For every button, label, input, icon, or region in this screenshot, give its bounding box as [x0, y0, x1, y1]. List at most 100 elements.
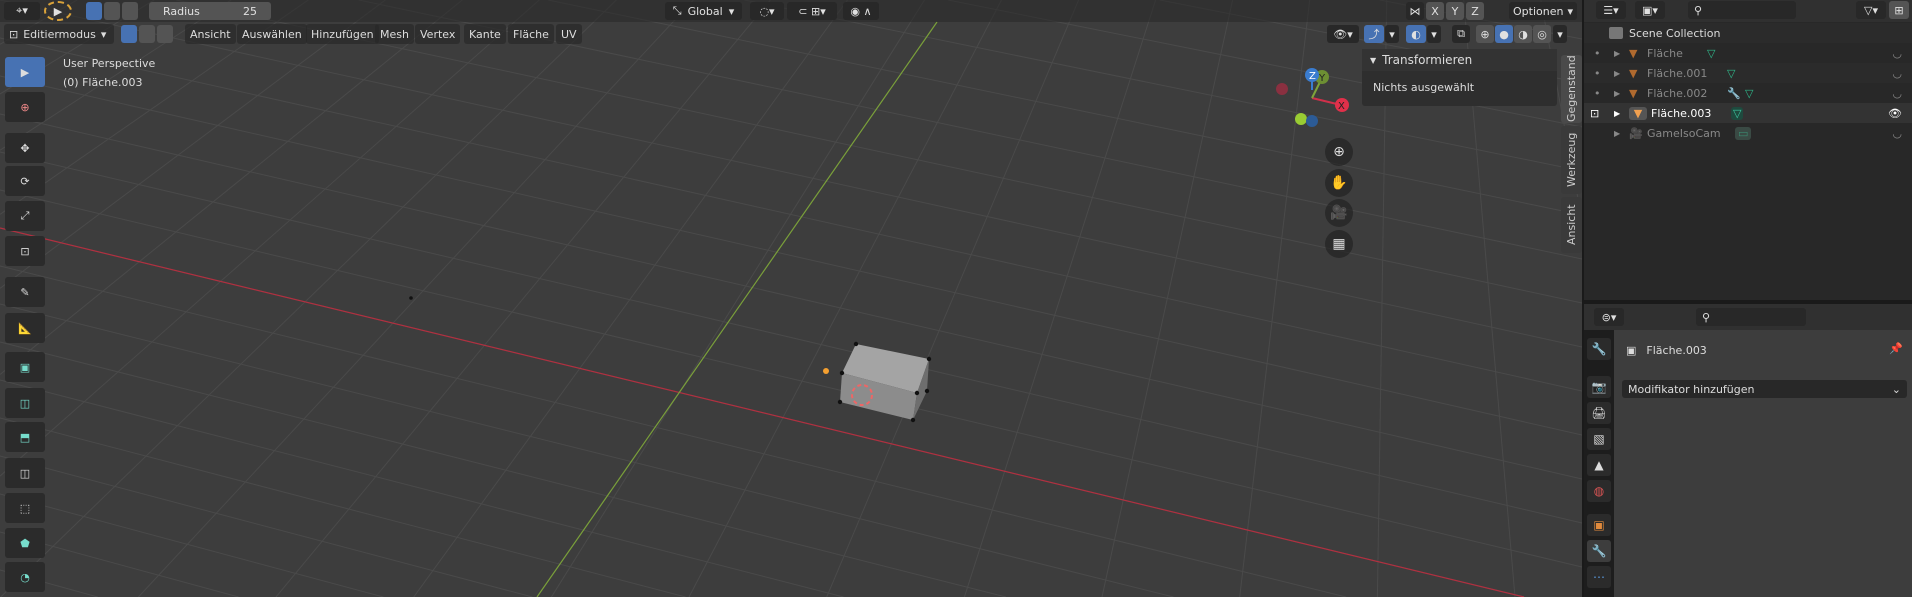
pan-hand-icon[interactable]: ✋ [1325, 169, 1353, 197]
tool-loop-cut[interactable]: ◫ [5, 458, 45, 488]
outliner-item[interactable]: • ▶ ▼ Fläche.002 🔧 ▽ ◡ [1584, 83, 1912, 103]
visibility-dropdown[interactable]: 👁▾ [1327, 25, 1359, 43]
tool-knife[interactable]: ⬚ [5, 493, 45, 523]
tab-gegenstand[interactable]: Gegenstand [1561, 55, 1582, 123]
shading-dropdown[interactable]: ▾ [1553, 25, 1567, 43]
editor-type-button[interactable]: ⌖▾ [4, 2, 40, 20]
snapping-dropdown[interactable]: ⊂ ⊞▾ [787, 2, 837, 20]
outliner-item[interactable]: • ▶ ▼ Fläche.001 ▽ ◡ [1584, 63, 1912, 83]
select-mode-subtract-button[interactable] [122, 2, 138, 20]
mirror-x-button[interactable]: X [1426, 2, 1444, 20]
camera-data-icon[interactable]: ▭ [1735, 126, 1752, 140]
expand-triangle-icon[interactable]: ▶ [1614, 129, 1629, 138]
outliner-display-mode-dropdown[interactable]: ☰▾ [1596, 1, 1626, 19]
scene-tab-icon[interactable]: ▲ [1587, 454, 1611, 476]
mesh-data-icon[interactable]: ▽ [1731, 106, 1744, 120]
gizmo-dropdown[interactable]: ▾ [1385, 25, 1399, 43]
hidden-eye-icon[interactable]: ◡ [1892, 47, 1902, 60]
shading-wireframe-button[interactable]: ⊕ [1476, 25, 1494, 43]
expand-triangle-icon[interactable]: ▶ [1614, 49, 1629, 58]
mirror-icon[interactable]: ⋈ [1406, 2, 1424, 20]
expand-triangle-icon[interactable]: ▶ [1614, 69, 1629, 78]
3d-viewport[interactable]: Z Y X ⌖▾ ▶ Radius 25 ⤡ Global ▾ ◌▾ ⊂ ⊞▾ ◉ … [0, 0, 1582, 597]
select-mode-extend-button[interactable] [104, 2, 120, 20]
menu-hinzufuegen[interactable]: Hinzufügen [306, 24, 379, 44]
transform-orientation-dropdown[interactable]: ⤡ Global ▾ [665, 2, 742, 20]
properties-editor-type-dropdown[interactable]: ⊜▾ [1594, 308, 1624, 326]
output-tab-icon[interactable]: 🖨 [1587, 402, 1611, 424]
vertex-select-mode-button[interactable] [121, 25, 137, 43]
particles-tab-icon[interactable]: ⋯ [1587, 566, 1611, 588]
hidden-eye-icon[interactable]: ◡ [1892, 127, 1902, 140]
tool-inset[interactable]: ◫ [5, 388, 45, 418]
mirror-z-button[interactable]: Z [1466, 2, 1484, 20]
tool-poly-build[interactable]: ⬟ [5, 528, 45, 558]
tool-rotate[interactable]: ⟳ [5, 166, 45, 196]
tab-ansicht[interactable]: Ansicht [1561, 197, 1582, 253]
camera-view-icon[interactable]: 🎥 [1325, 199, 1353, 227]
tool-scale[interactable]: ⤢ [5, 201, 45, 231]
tool-bevel[interactable]: ⬒ [5, 422, 45, 452]
shading-material-button[interactable]: ◑ [1514, 25, 1532, 43]
eye-icon[interactable]: 👁 [1888, 107, 1902, 120]
mode-dropdown[interactable]: ⊡ Editiermodus ▾ [4, 24, 114, 44]
options-dropdown[interactable]: Optionen ▾ [1509, 2, 1577, 20]
outliner-search-input[interactable]: ⚲ [1688, 1, 1796, 19]
add-modifier-dropdown[interactable]: Modifikator hinzufügen ⌄ [1622, 380, 1907, 398]
outliner-filter-view-dropdown[interactable]: ▣▾ [1635, 1, 1665, 19]
shading-solid-button[interactable]: ● [1495, 25, 1513, 43]
tool-tab-icon[interactable]: 🔧 [1587, 338, 1611, 360]
tab-werkzeug[interactable]: Werkzeug [1561, 126, 1582, 194]
select-tool-icon[interactable]: ▶ [44, 1, 72, 21]
pivot-point-dropdown[interactable]: ◌▾ [750, 2, 784, 20]
radius-field[interactable]: Radius 25 [149, 2, 271, 20]
face-select-mode-button[interactable] [157, 25, 173, 43]
menu-ansicht[interactable]: Ansicht [185, 24, 236, 44]
perspective-grid-icon[interactable]: ▦ [1325, 230, 1353, 258]
mirror-y-button[interactable]: Y [1446, 2, 1464, 20]
render-tab-icon[interactable]: 📷 [1587, 376, 1611, 398]
hidden-eye-icon[interactable]: ◡ [1892, 67, 1902, 80]
overlay-dropdown[interactable]: ▾ [1427, 25, 1441, 43]
proportional-editing-button[interactable]: ◉ ∧ [843, 2, 879, 20]
edge-select-mode-button[interactable] [139, 25, 155, 43]
menu-mesh[interactable]: Mesh [375, 24, 414, 44]
select-mode-new-button[interactable] [86, 2, 102, 20]
tool-extrude[interactable]: ▣ [5, 352, 45, 382]
menu-uv[interactable]: UV [556, 24, 582, 44]
pin-icon[interactable]: 📌 [1889, 342, 1903, 355]
wrench-modifier-icon[interactable]: 🔧 [1727, 87, 1745, 100]
navigation-gizmo[interactable]: Z Y X [1276, 68, 1349, 127]
shading-rendered-button[interactable]: ◎ [1533, 25, 1551, 43]
zoom-icon[interactable]: ⊕ [1325, 138, 1353, 166]
tool-measure[interactable]: 📐 [5, 313, 45, 343]
tool-annotate[interactable]: ✎ [5, 277, 45, 307]
mesh-data-icon[interactable]: ▽ [1727, 67, 1735, 80]
mesh-data-icon[interactable]: ▽ [1745, 87, 1753, 100]
modifier-tab-icon[interactable]: 🔧 [1587, 540, 1611, 562]
menu-vertex[interactable]: Vertex [415, 24, 461, 44]
filter-dropdown[interactable]: ▽▾ [1856, 1, 1886, 19]
new-collection-button[interactable]: ⊞ [1889, 1, 1909, 19]
mesh-data-icon[interactable]: ▽ [1707, 47, 1715, 60]
properties-search-input[interactable]: ⚲ [1696, 308, 1806, 326]
tool-move[interactable]: ✥ [5, 133, 45, 163]
tool-spin[interactable]: ◔ [5, 562, 45, 592]
overlay-toggle[interactable]: ◐ [1406, 25, 1426, 43]
tool-transform[interactable]: ⊡ [5, 236, 45, 266]
menu-flaeche[interactable]: Fläche [508, 24, 554, 44]
menu-auswaehlen[interactable]: Auswählen [237, 24, 307, 44]
hidden-eye-icon[interactable]: ◡ [1892, 87, 1902, 100]
outliner-item[interactable]: • ▶ ▼ Fläche ▽ ◡ [1584, 43, 1912, 63]
gizmo-toggle[interactable]: ⤴ [1364, 25, 1384, 43]
xray-toggle[interactable]: ⧉ [1452, 25, 1470, 43]
expand-triangle-icon[interactable]: ▶ [1614, 109, 1629, 118]
transform-panel-header[interactable]: ▼ Transformieren [1362, 49, 1557, 71]
tool-select-box[interactable]: ▶ [5, 57, 45, 87]
tool-cursor[interactable]: ⊕ [5, 92, 45, 122]
view-layer-tab-icon[interactable]: ▧ [1587, 428, 1611, 450]
world-tab-icon[interactable]: ◍ [1587, 480, 1611, 502]
outliner-scene-collection[interactable]: Scene Collection [1584, 23, 1912, 43]
object-tab-icon[interactable]: ▣ [1587, 514, 1611, 536]
outliner-item[interactable]: ▶ 🎥 GameIsoCam ▭ ◡ [1584, 123, 1912, 143]
